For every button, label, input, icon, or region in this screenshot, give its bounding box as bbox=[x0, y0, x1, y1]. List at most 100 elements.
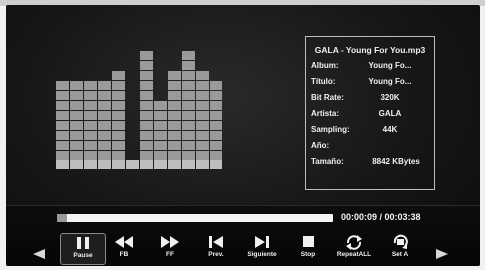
spectrum-bar-cell bbox=[196, 141, 209, 150]
stop-button[interactable]: Stop bbox=[286, 233, 330, 263]
spectrum-bar-cell bbox=[112, 131, 125, 140]
spectrum-base-cell bbox=[154, 160, 167, 169]
spectrum-bar-cell bbox=[98, 81, 111, 90]
fast-backward-icon bbox=[115, 236, 133, 248]
spectrum-bar-cell bbox=[56, 141, 69, 150]
set-a-label: Set A bbox=[391, 251, 409, 258]
info-value: 44K bbox=[382, 125, 398, 134]
next-track-icon bbox=[255, 236, 269, 248]
spectrum-bar-cell bbox=[70, 101, 83, 110]
repeat-button[interactable]: RepeatALL bbox=[332, 233, 376, 263]
spectrum-bar-cell bbox=[140, 151, 153, 160]
info-label: Título: bbox=[311, 77, 336, 86]
spectrum-bar-cell bbox=[168, 81, 181, 90]
spectrum-bar-cell bbox=[84, 141, 97, 150]
media-player-screen: GALA - Young For You.mp3 Album: Young Fo… bbox=[6, 5, 480, 266]
spectrum-bar-cell bbox=[140, 111, 153, 120]
info-row-sampling: Sampling: 44K bbox=[311, 125, 431, 137]
next-track-button[interactable]: Siguiente bbox=[240, 233, 284, 263]
spectrum-bar-cell bbox=[140, 141, 153, 150]
spectrum-bar-cell bbox=[84, 111, 97, 120]
progress-fill bbox=[57, 214, 67, 222]
info-row-size: Tamaño: 8842 KBytes bbox=[311, 157, 431, 169]
spectrum-bar-cell bbox=[98, 131, 111, 140]
info-value: GALA bbox=[378, 109, 402, 118]
spectrum-bar-cell bbox=[140, 121, 153, 130]
previous-track-icon bbox=[209, 236, 223, 248]
stop-icon bbox=[303, 236, 314, 247]
spectrum-bar-cell bbox=[70, 151, 83, 160]
spectrum-bar-cell bbox=[182, 121, 195, 130]
spectrum-bar-cell bbox=[168, 91, 181, 100]
scroll-left-arrow-icon[interactable] bbox=[33, 249, 45, 259]
spectrum-base-cell bbox=[112, 160, 125, 169]
next-track-label: Siguiente bbox=[247, 251, 277, 258]
spectrum-bar-cell bbox=[168, 141, 181, 150]
fast-backward-label: FB bbox=[119, 251, 129, 258]
spectrum-bar-cell bbox=[140, 51, 153, 60]
info-label: Album: bbox=[311, 61, 339, 70]
spectrum-bar-cell bbox=[182, 111, 195, 120]
spectrum-bar-cell bbox=[154, 141, 167, 150]
spectrum-bar-cell bbox=[168, 131, 181, 140]
spectrum-bar-cell bbox=[196, 151, 209, 160]
track-filename: GALA - Young For You.mp3 bbox=[314, 45, 426, 55]
spectrum-base-cell bbox=[126, 160, 139, 169]
info-label: Año: bbox=[311, 141, 330, 150]
spectrum-base-cell bbox=[168, 160, 181, 169]
spectrum-bar-cell bbox=[98, 151, 111, 160]
previous-track-button[interactable]: Prev. bbox=[194, 233, 238, 263]
spectrum-bar-cell bbox=[182, 51, 195, 60]
info-label: Tamaño: bbox=[311, 157, 344, 166]
info-row-title: Título: Young Fo... bbox=[311, 77, 431, 89]
info-value: Young Fo... bbox=[368, 77, 412, 86]
spectrum-bar-cell bbox=[182, 131, 195, 140]
spectrum-bar-cell bbox=[98, 111, 111, 120]
spectrum-base-cell bbox=[70, 160, 83, 169]
set-a-button[interactable]: Set A bbox=[378, 233, 422, 263]
spectrum-bar-cell bbox=[112, 91, 125, 100]
spectrum-base-cell bbox=[84, 160, 97, 169]
spectrum-bar-cell bbox=[210, 91, 222, 100]
spectrum-base-cell bbox=[140, 160, 153, 169]
spectrum-bar-cell bbox=[154, 101, 167, 110]
spectrum-bar-cell bbox=[56, 91, 69, 100]
scroll-right-arrow-icon[interactable] bbox=[436, 249, 448, 259]
spectrum-bar-cell bbox=[154, 111, 167, 120]
fast-backward-button[interactable]: FB bbox=[102, 233, 146, 263]
spectrum-bar-cell bbox=[182, 141, 195, 150]
spectrum-bar-cell bbox=[196, 71, 209, 80]
spectrum-bar-cell bbox=[84, 101, 97, 110]
spectrum-base-cell bbox=[56, 160, 69, 169]
spectrum-bar-cell bbox=[140, 101, 153, 110]
info-label: Artista: bbox=[311, 109, 340, 118]
pause-button[interactable]: Pause bbox=[60, 233, 106, 265]
spectrum-bar-cell bbox=[140, 71, 153, 80]
spectrum-bar-cell bbox=[112, 111, 125, 120]
spectrum-bar-cell bbox=[84, 131, 97, 140]
info-row-bitrate: Bit Rate: 320K bbox=[311, 93, 431, 105]
fast-forward-icon bbox=[161, 236, 179, 248]
track-info-panel: GALA - Young For You.mp3 Album: Young Fo… bbox=[305, 36, 435, 190]
spectrum-bar-cell bbox=[140, 131, 153, 140]
spectrum-bar-cell bbox=[112, 121, 125, 130]
spectrum-bar-cell bbox=[154, 131, 167, 140]
spectrum-bar-cell bbox=[210, 151, 222, 160]
spectrum-bar-cell bbox=[182, 61, 195, 70]
pause-label: Pause bbox=[73, 252, 93, 259]
spectrum-bar-cell bbox=[196, 131, 209, 140]
progress-bar[interactable] bbox=[57, 214, 333, 222]
spectrum-bar-cell bbox=[210, 111, 222, 120]
info-label: Sampling: bbox=[311, 125, 350, 134]
spectrum-bar-cell bbox=[196, 101, 209, 110]
fast-forward-button[interactable]: FF bbox=[148, 233, 192, 263]
spectrum-bar-cell bbox=[70, 81, 83, 90]
spectrum-bar-cell bbox=[196, 81, 209, 90]
spectrum-bar-cell bbox=[168, 121, 181, 130]
spectrum-bar-cell bbox=[154, 151, 167, 160]
spectrum-bar-cell bbox=[182, 101, 195, 110]
spectrum-bar-cell bbox=[98, 141, 111, 150]
spectrum-bar-cell bbox=[84, 151, 97, 160]
spectrum-bar-cell bbox=[112, 81, 125, 90]
spectrum-bar-cell bbox=[168, 151, 181, 160]
